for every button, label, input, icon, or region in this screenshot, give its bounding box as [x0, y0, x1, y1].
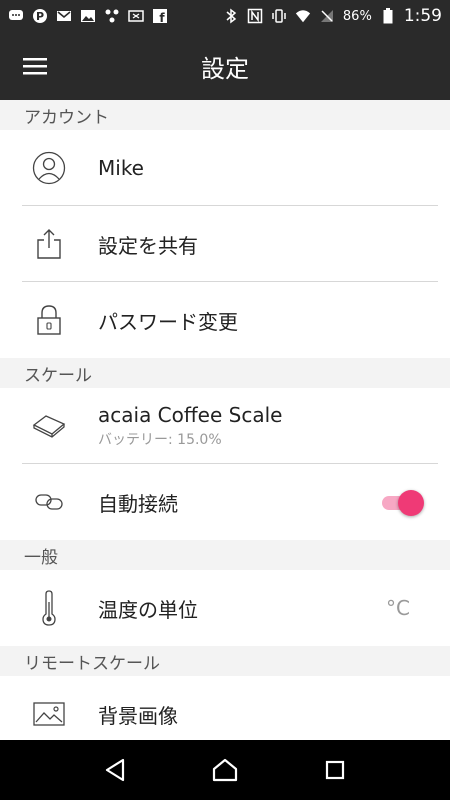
settings-screen: P f 86% 1:59 設定 アカウント Mike 設定を共有 パスワード変更…: [0, 0, 450, 800]
nfc-icon: [247, 8, 263, 24]
hamburger-menu-icon: [23, 58, 47, 75]
app-bar: 設定: [0, 32, 450, 100]
share-settings-row[interactable]: 設定を共有: [0, 206, 450, 282]
battery-percentage: 86%: [342, 8, 372, 24]
section-header-general: 一般: [0, 540, 450, 570]
image-icon: [0, 702, 98, 726]
recents-button[interactable]: [315, 750, 355, 790]
share-settings-label: 設定を共有: [98, 233, 198, 258]
section-header-scale: スケール: [0, 358, 450, 388]
thermometer-icon: [0, 590, 98, 626]
lock-icon: [0, 304, 98, 336]
scale-info: acaia Coffee Scale バッテリー: 15.0%: [98, 403, 282, 449]
toggle-thumb: [398, 490, 424, 516]
battery-icon: [380, 8, 396, 24]
notification-icons: P f: [8, 8, 168, 24]
background-image-row[interactable]: 背景画像: [0, 676, 450, 740]
settings-list: アカウント Mike 設定を共有 パスワード変更 スケール acaia Coff…: [0, 100, 450, 740]
svg-text:f: f: [159, 11, 165, 24]
auto-connect-toggle[interactable]: [382, 489, 424, 516]
chat-notification-icon: [8, 8, 24, 24]
wifi-icon: [295, 8, 311, 24]
recents-square-icon: [325, 760, 345, 780]
section-header-remote-scale: リモートスケール: [0, 646, 450, 676]
scale-device-row[interactable]: acaia Coffee Scale バッテリー: 15.0%: [0, 388, 450, 464]
no-signal-icon: [319, 8, 335, 24]
temperature-unit-row[interactable]: 温度の単位 °C: [0, 570, 450, 646]
gallery-icon: [80, 8, 96, 24]
gmail-icon: [56, 8, 72, 24]
hub-icon: [104, 8, 120, 24]
status-bar: P f 86% 1:59: [0, 0, 450, 32]
back-triangle-icon: [105, 758, 125, 782]
background-image-label: 背景画像: [98, 703, 178, 728]
bluetooth-icon: [223, 8, 239, 24]
svg-text:P: P: [36, 10, 44, 23]
section-header-account: アカウント: [0, 100, 450, 130]
navigation-bar: [0, 740, 450, 800]
change-password-row[interactable]: パスワード変更: [0, 282, 450, 358]
user-icon: [0, 151, 98, 185]
scale-icon: [0, 412, 98, 440]
home-icon: [212, 758, 238, 782]
share-icon: [0, 228, 98, 260]
pinterest-icon: P: [32, 8, 48, 24]
auto-connect-row: 自動接続: [0, 464, 450, 540]
back-button[interactable]: [95, 750, 135, 790]
user-name: Mike: [98, 156, 144, 180]
account-user-row[interactable]: Mike: [0, 130, 450, 206]
link-icon: [0, 492, 98, 512]
vibrate-icon: [271, 8, 287, 24]
scale-device-name: acaia Coffee Scale: [98, 403, 283, 427]
change-password-label: パスワード変更: [98, 309, 238, 334]
scale-battery-status: バッテリー: 15.0%: [98, 432, 222, 448]
home-button[interactable]: [205, 750, 245, 790]
temperature-unit-label: 温度の単位: [98, 597, 198, 622]
ticket-icon: [128, 8, 144, 24]
temperature-unit-value: °C: [386, 596, 410, 620]
clock: 1:59: [403, 6, 442, 26]
auto-connect-label: 自動接続: [98, 491, 178, 516]
menu-button[interactable]: [0, 32, 70, 100]
system-status: 86% 1:59: [223, 6, 442, 26]
facebook-icon: f: [152, 8, 168, 24]
